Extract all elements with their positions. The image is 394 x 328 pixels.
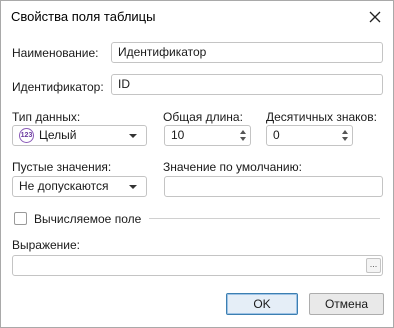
title-bar: Свойства поля таблицы [1,1,393,33]
name-label: Наименование: [12,46,99,60]
identifier-field[interactable]: ID [111,74,383,95]
spin-up-icon[interactable] [342,130,348,134]
spin-down-icon[interactable] [342,137,348,141]
identifier-label: Идентификатор: [12,80,104,94]
decimal-places-label: Десятичных знаков: [266,110,377,124]
integer-type-icon: 123 [19,128,34,143]
close-icon [369,11,381,23]
dialog-title: Свойства поля таблицы [11,9,156,24]
computed-field-label: Вычисляемое поле [34,212,142,226]
data-type-value: Целый [39,128,77,142]
chevron-down-icon [129,184,137,189]
data-type-label: Тип данных: [12,110,81,124]
decimal-places-spinner[interactable]: 0 [266,125,353,146]
nulls-label: Пустые значения: [12,160,112,174]
chevron-down-icon [129,133,137,138]
name-field[interactable]: Идентификатор [111,42,383,63]
total-length-value: 10 [171,128,185,142]
spin-up-icon[interactable] [240,130,246,134]
expression-browse-button[interactable]: ... [366,258,381,273]
expression-field[interactable] [12,255,383,276]
default-value-label: Значение по умолчанию: [163,160,302,174]
total-length-label: Общая длина: [163,110,243,124]
close-button[interactable] [365,7,385,27]
table-field-properties-dialog: Свойства поля таблицы Наименование: Иден… [0,0,394,328]
separator-line [149,218,380,219]
default-value-field[interactable] [164,176,383,197]
data-type-dropdown[interactable]: 123 Целый [12,125,147,146]
nulls-value: Не допускаются [19,179,109,193]
cancel-button[interactable]: Отмена [309,293,384,315]
computed-field-checkbox[interactable] [14,212,27,225]
spin-down-icon[interactable] [240,137,246,141]
ok-button[interactable]: OK [226,293,298,315]
nulls-dropdown[interactable]: Не допускаются [12,176,147,197]
expression-label: Выражение: [12,238,81,252]
decimal-places-value: 0 [273,128,280,142]
total-length-spinner[interactable]: 10 [164,125,251,146]
